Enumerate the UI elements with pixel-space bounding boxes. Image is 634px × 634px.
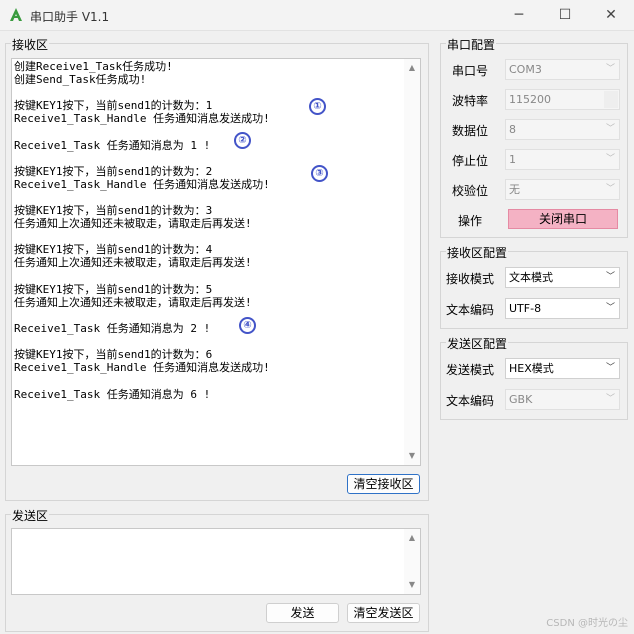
- receive-scrollbar[interactable]: ▲ ▼: [404, 59, 420, 465]
- stop-bits-value: 1: [509, 153, 516, 166]
- receive-line: Receive1_Task 任务通知消息为 1 !: [14, 138, 211, 152]
- receive-line: [14, 230, 402, 243]
- close-button[interactable]: ✕: [588, 0, 634, 30]
- serial-config-title: 串口配置: [446, 36, 497, 53]
- receive-line: 按键KEY1按下，当前send1的计数为：2: [14, 164, 213, 178]
- annotation-marker-4: ④: [239, 317, 256, 334]
- receive-mode-select[interactable]: 文本模式 ﹀: [505, 267, 620, 288]
- receive-line: 任务通知上次通知还未被取走，请取走后再发送!: [14, 217, 252, 231]
- chevron-down-icon: ﹀: [605, 303, 615, 313]
- send-mode-select[interactable]: HEX模式 ﹀: [505, 358, 620, 379]
- baud-rate-label: 波特率: [452, 94, 489, 108]
- receive-line: [14, 191, 402, 204]
- stop-bits-label: 停止位: [452, 154, 489, 168]
- receive-line: 按键KEY1按下，当前send1的计数为：3: [14, 204, 213, 218]
- baud-rate-input[interactable]: 115200: [505, 89, 620, 110]
- annotation-marker-1: ①: [309, 98, 326, 115]
- receive-mode-label: 接收模式: [446, 272, 495, 286]
- chevron-down-icon: ﹀: [605, 272, 615, 282]
- watermark: CSDN @时光の尘: [546, 618, 628, 629]
- scroll-down-icon[interactable]: ▼: [404, 449, 420, 463]
- annotation-marker-3: ③: [311, 165, 328, 182]
- parity-select[interactable]: 无 ﹀: [505, 179, 620, 200]
- receive-line: 按键KEY1按下，当前send1的计数为：4: [14, 243, 213, 257]
- data-bits-label: 数据位: [452, 124, 489, 138]
- receive-line: [14, 335, 402, 348]
- receive-line: Receive1_Task_Handle 任务通知消息发送成功!: [14, 112, 270, 126]
- chevron-down-icon: ﹀: [605, 394, 615, 404]
- send-mode-label: 发送模式: [446, 363, 495, 377]
- port-select[interactable]: COM3 ﹀: [505, 59, 620, 80]
- parity-label: 校验位: [452, 184, 489, 198]
- receive-line: [14, 374, 402, 387]
- maximize-button[interactable]: ☐: [542, 0, 588, 30]
- scroll-up-icon[interactable]: ▲: [404, 531, 420, 545]
- receive-mode-value: 文本模式: [509, 271, 553, 284]
- receive-line: [14, 269, 402, 282]
- receive-line: 创建Send_Task任务成功!: [14, 73, 147, 86]
- chevron-down-icon: ﹀: [605, 363, 615, 373]
- receive-line: 按键KEY1按下，当前send1的计数为：1: [14, 99, 213, 113]
- chevron-down-icon: ﹀: [605, 184, 615, 194]
- send-mode-value: HEX模式: [509, 362, 554, 375]
- minimize-button[interactable]: ─: [496, 0, 542, 30]
- receive-textarea[interactable]: 创建Receive1_Task任务成功! 创建Send_Task任务成功! 按键KE…: [11, 58, 421, 466]
- receive-line: [14, 125, 402, 138]
- chevron-down-icon: ﹀: [605, 124, 615, 134]
- receive-line: Receive1_Task 任务通知消息为 6 !: [14, 387, 211, 401]
- receive-line: 按键KEY1按下，当前send1的计数为：6: [14, 348, 213, 362]
- send-group-title: 发送区: [11, 507, 50, 524]
- receive-encoding-value: UTF-8: [509, 302, 542, 315]
- receive-line: [14, 152, 402, 165]
- stop-bits-select[interactable]: 1 ﹀: [505, 149, 620, 170]
- receive-line: Receive1_Task_Handle 任务通知消息发送成功!: [14, 361, 270, 375]
- chevron-down-icon: ﹀: [605, 64, 615, 74]
- receive-group-title: 接收区: [11, 36, 50, 53]
- send-encoding-value: GBK: [509, 393, 533, 406]
- receive-encoding-select[interactable]: UTF-8 ﹀: [505, 298, 620, 319]
- receive-line: 创建Receive1_Task任务成功!: [14, 60, 173, 73]
- window-title: 串口助手 V1.1: [30, 10, 110, 24]
- send-config-title: 发送区配置: [446, 335, 509, 352]
- operation-label: 操作: [458, 214, 483, 228]
- close-port-button[interactable]: 关闭串口: [508, 209, 618, 229]
- send-button[interactable]: 发送: [266, 603, 339, 623]
- app-logo-icon: [10, 8, 22, 21]
- receive-line: 任务通知上次通知还未被取走，请取走后再发送!: [14, 295, 252, 309]
- send-textarea[interactable]: ▲ ▼: [11, 528, 421, 595]
- receive-text-lines: 创建Receive1_Task任务成功! 创建Send_Task任务成功! 按键KE…: [14, 60, 402, 401]
- title-bar: 串口助手 V1.1 ─ ☐ ✕: [0, 0, 634, 31]
- annotation-marker-2: ②: [234, 132, 251, 149]
- receive-line: Receive1_Task_Handle 任务通知消息发送成功!: [14, 177, 270, 191]
- clear-send-button[interactable]: 清空发送区: [347, 603, 420, 623]
- receive-line: [14, 86, 402, 99]
- receive-line: 任务通知上次通知还未被取走，请取走后再发送!: [14, 256, 252, 270]
- receive-config-title: 接收区配置: [446, 244, 509, 261]
- receive-line: [14, 309, 402, 322]
- data-bits-select[interactable]: 8 ﹀: [505, 119, 620, 140]
- send-encoding-label: 文本编码: [446, 394, 495, 408]
- receive-encoding-label: 文本编码: [446, 303, 495, 317]
- scroll-up-icon[interactable]: ▲: [404, 61, 420, 75]
- send-encoding-select[interactable]: GBK ﹀: [505, 389, 620, 410]
- receive-line: 按键KEY1按下，当前send1的计数为：5: [14, 282, 213, 296]
- parity-value: 无: [509, 183, 520, 196]
- port-value: COM3: [509, 63, 542, 76]
- send-scrollbar[interactable]: ▲ ▼: [404, 529, 420, 594]
- receive-line: Receive1_Task 任务通知消息为 2 !: [14, 322, 211, 336]
- scroll-down-icon[interactable]: ▼: [404, 578, 420, 592]
- baud-rate-value: 115200: [509, 93, 551, 106]
- port-label: 串口号: [452, 64, 489, 78]
- spin-arrows-icon[interactable]: [604, 91, 618, 108]
- chevron-down-icon: ﹀: [605, 154, 615, 164]
- clear-receive-button[interactable]: 清空接收区: [347, 474, 420, 494]
- data-bits-value: 8: [509, 123, 516, 136]
